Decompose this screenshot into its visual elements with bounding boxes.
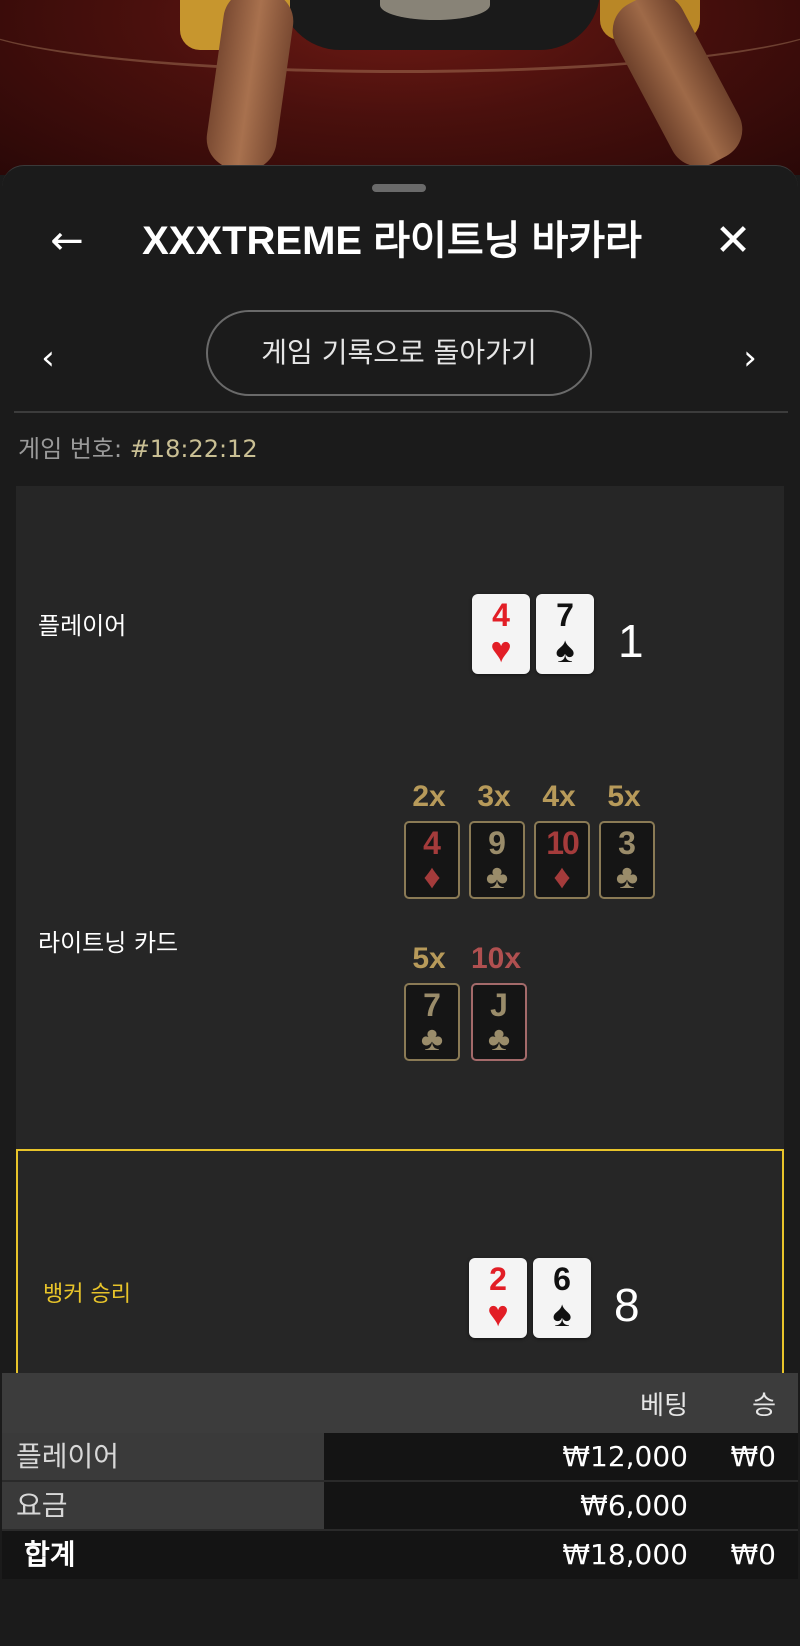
table-row: 플레이어 ₩12,000 ₩0 — [2, 1433, 798, 1481]
heart-icon: ♥ — [487, 1293, 509, 1334]
column-bet: 베팅 — [640, 1391, 688, 1421]
bet-name: 플레이어 — [2, 1433, 324, 1481]
card-rank: 4 — [423, 825, 441, 861]
game-number: 게임 번호: #18:22:12 — [18, 431, 258, 467]
total-win-amount: ₩0 — [730, 1538, 777, 1571]
drag-handle[interactable] — [372, 184, 426, 192]
lightning-card-5: 7 ♣ — [404, 983, 460, 1061]
game-number-label: 게임 번호: — [18, 435, 123, 463]
banker-score: 8 — [614, 1279, 640, 1331]
lightning-card-1: 4 ♦ — [404, 821, 460, 899]
card-rank: J — [490, 987, 508, 1023]
player-label: 플레이어 — [38, 612, 127, 640]
multiplier-label: 3x — [477, 780, 511, 813]
win-amount: ₩0 — [730, 1440, 777, 1473]
lightning-card-6: J ♣ — [471, 983, 527, 1061]
total-label: 합계 — [2, 1531, 324, 1579]
lightning-card-3: 10 ♦ — [534, 821, 590, 899]
multiplier-label: 4x — [542, 780, 576, 813]
banker-win-label: 뱅커 승리 — [43, 1282, 131, 1307]
bet-amount: ₩6,000 — [580, 1489, 688, 1522]
game-number-value: #18:22:12 — [129, 435, 258, 463]
player-score: 1 — [618, 615, 644, 667]
club-icon: ♣ — [615, 858, 639, 896]
card-rank: 9 — [488, 825, 506, 861]
bet-cells: ₩6,000 — [324, 1482, 798, 1530]
card-rank: 7 — [556, 597, 574, 633]
chevron-right-icon[interactable]: › — [730, 338, 770, 378]
lightning-card-4: 3 ♣ — [599, 821, 655, 899]
back-arrow-icon[interactable]: ← — [42, 216, 92, 266]
player-card-2: 7 ♠ — [536, 594, 594, 674]
back-to-history-button[interactable]: 게임 기록으로 돌아가기 — [206, 310, 592, 396]
multiplier-label: 5x — [607, 780, 641, 813]
lightning-cards-label: 라이트닝 카드 — [38, 929, 179, 957]
column-win: 승 — [752, 1391, 776, 1421]
banker-card-1: 2 ♥ — [469, 1258, 527, 1338]
multiplier-label: 5x — [412, 942, 446, 975]
lightning-card-2: 9 ♣ — [469, 821, 525, 899]
diamond-icon: ♦ — [423, 858, 441, 896]
close-icon[interactable]: ✕ — [708, 216, 758, 266]
player-card-1: 4 ♥ — [472, 594, 530, 674]
card-rank: 7 — [423, 987, 441, 1023]
spade-icon: ♠ — [555, 629, 575, 670]
multiplier-label: 2x — [412, 780, 446, 813]
card-rank: 10 — [546, 825, 580, 861]
total-bet-amount: ₩18,000 — [562, 1538, 688, 1571]
club-icon: ♣ — [487, 1020, 511, 1058]
card-rank: 3 — [618, 825, 636, 861]
multiplier-label: 10x — [470, 942, 522, 975]
diamond-icon: ♦ — [553, 858, 571, 896]
page-title: XXXTREME 라이트닝 바카라 — [142, 219, 642, 263]
chevron-left-icon[interactable]: ‹ — [28, 338, 68, 378]
table-row: 요금 ₩6,000 — [2, 1482, 798, 1530]
card-rank: 6 — [553, 1261, 571, 1297]
spade-icon: ♠ — [552, 1293, 572, 1334]
divider — [14, 411, 788, 413]
bet-cells: ₩12,000 ₩0 — [324, 1433, 798, 1481]
club-icon: ♣ — [485, 858, 509, 896]
live-video-background — [0, 0, 800, 175]
table-row-total: 합계 ₩18,000 ₩0 — [2, 1531, 798, 1579]
result-panel: 플레이어 4 ♥ 7 ♠ 1 라이트닝 카드 2x 4 ♦ 3x 9 ♣ 4x … — [16, 486, 784, 1419]
card-rank: 4 — [492, 597, 510, 633]
banker-card-2: 6 ♠ — [533, 1258, 591, 1338]
bet-amount: ₩12,000 — [562, 1440, 688, 1473]
heart-icon: ♥ — [490, 629, 512, 670]
bet-cells: ₩18,000 ₩0 — [324, 1531, 798, 1579]
bets-table-header: 베팅 승 — [2, 1373, 798, 1433]
bet-name: 요금 — [2, 1482, 324, 1530]
club-icon: ♣ — [420, 1020, 444, 1058]
card-rank: 2 — [489, 1261, 507, 1297]
